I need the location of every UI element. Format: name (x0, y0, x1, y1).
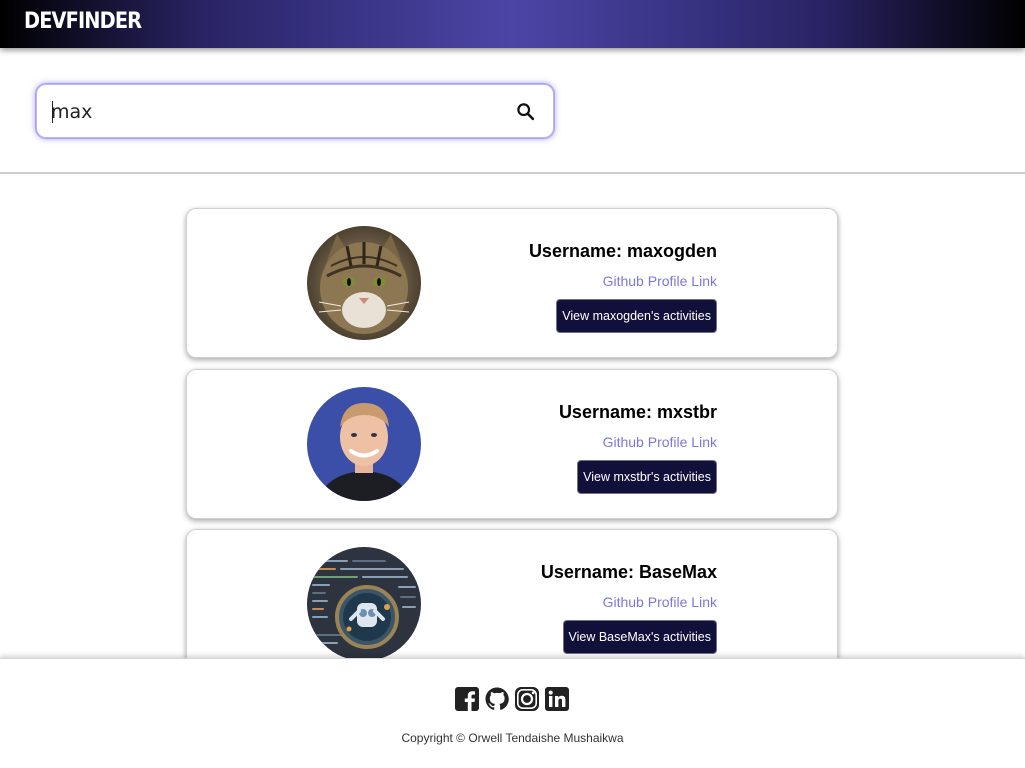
github-icon[interactable] (485, 687, 509, 711)
avatar (307, 226, 421, 340)
github-profile-link[interactable]: Github Profile Link (529, 272, 717, 290)
user-card: Username: BaseMax Github Profile Link Vi… (186, 529, 838, 679)
view-activities-button[interactable]: View BaseMax's activities (562, 620, 717, 654)
username: Username: BaseMax (540, 562, 717, 582)
avatar (307, 387, 421, 501)
github-profile-link[interactable]: Github Profile Link (559, 433, 717, 451)
username: Username: maxogden (528, 241, 717, 261)
user-info: Username: maxogden Github Profile Link V… (529, 239, 717, 333)
view-activities-button[interactable]: View maxogden's activities (556, 299, 717, 333)
app-logo[interactable]: DEVFINDER (24, 9, 142, 34)
results-list: Username: maxogden Github Profile Link V… (0, 0, 1025, 768)
linkedin-icon[interactable] (545, 687, 569, 711)
avatar (307, 547, 421, 661)
social-links (455, 687, 569, 711)
user-info: Username: BaseMax Github Profile Link Vi… (541, 560, 717, 654)
user-info: Username: mxstbr Github Profile Link Vie… (559, 400, 717, 494)
app-footer: Copyright © Orwell Tendaishe Mushaikwa (0, 658, 1025, 768)
copyright-text: Copyright © Orwell Tendaishe Mushaikwa (401, 731, 624, 745)
github-profile-link[interactable]: Github Profile Link (541, 593, 717, 611)
view-activities-button[interactable]: View mxstbr's activities (577, 460, 717, 494)
user-card: Username: maxogden Github Profile Link V… (186, 208, 838, 358)
user-card: Username: mxstbr Github Profile Link Vie… (186, 369, 838, 519)
facebook-icon[interactable] (455, 687, 479, 711)
username: Username: mxstbr (558, 402, 717, 422)
app-header: DEVFINDER (0, 0, 1025, 48)
instagram-icon[interactable] (515, 687, 539, 711)
